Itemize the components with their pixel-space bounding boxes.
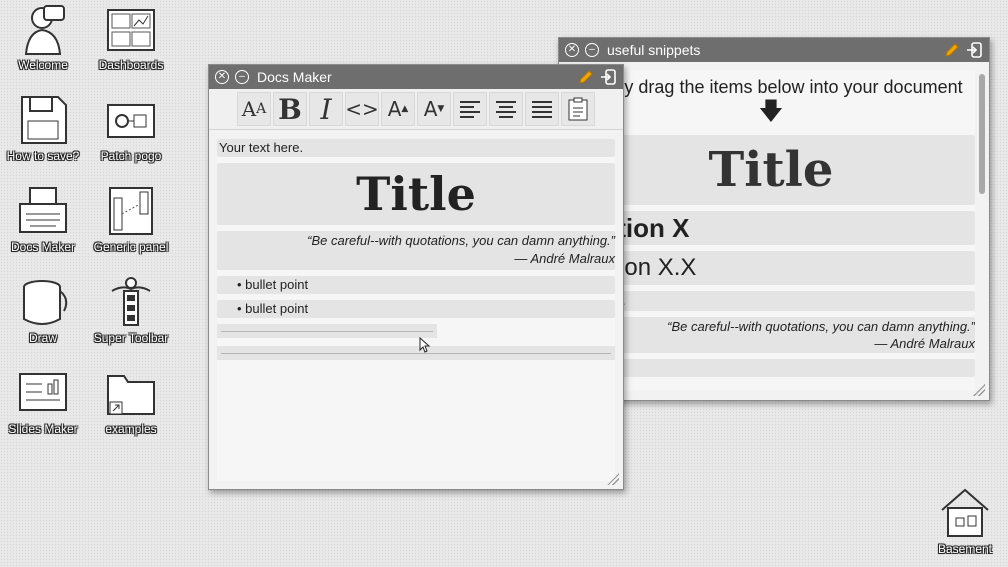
- doc-divider-long[interactable]: [217, 346, 615, 360]
- minimize-icon[interactable]: –: [585, 43, 599, 57]
- welcome-person-icon: [24, 5, 65, 55]
- desktop-icon-label: Dashboards: [98, 58, 164, 72]
- desktop-icon-examples[interactable]: examples: [88, 366, 174, 436]
- quote-author: — André Malraux: [874, 336, 975, 351]
- snippets-titlebar[interactable]: ✕ – useful snippets: [559, 38, 989, 62]
- close-icon[interactable]: ✕: [565, 43, 579, 57]
- exit-icon[interactable]: [599, 68, 617, 86]
- snippet-title[interactable]: Title: [567, 135, 975, 205]
- snippet-text[interactable]: Your text.: [567, 291, 975, 311]
- bold-icon[interactable]: B: [273, 92, 307, 126]
- exit-icon[interactable]: [965, 41, 983, 59]
- doc-bullet-item[interactable]: • bullet point: [217, 276, 615, 294]
- snippet-cut-text[interactable]: ...Text...: [567, 359, 975, 377]
- desktop-icon-label: Docs Maker: [10, 240, 75, 254]
- edit-pencil-icon[interactable]: [577, 68, 595, 86]
- patch-icon: [107, 104, 155, 138]
- typewriter-icon: [19, 187, 67, 233]
- desktop-icon-slides-maker[interactable]: Slides Maker: [0, 366, 86, 436]
- bullet-dot-icon: •: [237, 301, 246, 316]
- bullet-dot-icon: •: [237, 277, 246, 292]
- super-toolbar-icon: [111, 277, 151, 326]
- snippets-scrollbar[interactable]: [979, 70, 985, 388]
- snippets-content: Simply drag the items below into your do…: [567, 70, 975, 390]
- desktop-icon-label: Draw: [28, 331, 57, 345]
- formatting-toolbar: AA B I <> A ▲ A ▼: [209, 89, 623, 130]
- edit-pencil-icon[interactable]: [943, 41, 961, 59]
- dashboard-icon: [107, 9, 155, 51]
- doc-title[interactable]: Title: [217, 163, 615, 225]
- snippet-subsection[interactable]: Section X.X: [567, 251, 975, 285]
- doc-text[interactable]: Your text here.: [217, 139, 615, 157]
- decrease-font-icon[interactable]: A ▼: [417, 92, 451, 126]
- desktop-icon-basement[interactable]: Basement: [922, 486, 1008, 556]
- snippet-section[interactable]: Section X: [567, 211, 975, 245]
- desktop-icon-patch-pogo[interactable]: Patch pogo: [88, 93, 174, 163]
- align-center-icon[interactable]: [489, 92, 523, 126]
- align-justify-icon[interactable]: [525, 92, 559, 126]
- slides-icon: [19, 373, 67, 411]
- scrollbar-thumb[interactable]: [979, 74, 985, 194]
- align-left-icon[interactable]: [453, 92, 487, 126]
- desktop-icon-generic-panel[interactable]: Generic panel: [88, 184, 174, 254]
- desktop-icon-draw[interactable]: Draw: [0, 275, 86, 345]
- resize-handle[interactable]: [973, 384, 985, 396]
- snippet-quote[interactable]: “Be careful--with quotations, you can da…: [567, 317, 975, 353]
- desktop-icon-how-to-save[interactable]: How to save?: [0, 93, 86, 163]
- floppy-disk-icon: [21, 96, 67, 144]
- desktop-icon-welcome[interactable]: Welcome: [0, 2, 86, 72]
- doc-quote[interactable]: “Be careful--with quotations, you can da…: [217, 231, 615, 270]
- desktop-icon-dashboards[interactable]: Dashboards: [88, 2, 174, 72]
- docs-titlebar[interactable]: ✕ – Docs Maker: [209, 65, 623, 89]
- desktop-icon-label: Basement: [937, 542, 993, 556]
- desktop-icon-super-toolbar[interactable]: Super Toolbar: [88, 275, 174, 345]
- docs-maker-window[interactable]: ✕ – Docs Maker AA B I <> A ▲ A ▼ Your te…: [208, 64, 624, 490]
- code-icon[interactable]: <>: [345, 92, 379, 126]
- window-title: Docs Maker: [257, 69, 332, 85]
- desktop-icon-label: Generic panel: [93, 240, 169, 254]
- mouse-cursor-icon: [419, 337, 431, 353]
- doc-bullet-item[interactable]: • bullet point: [217, 300, 615, 318]
- quote-author: — André Malraux: [514, 251, 615, 266]
- panel-icon: [109, 187, 153, 235]
- house-icon: [941, 488, 989, 537]
- desktop-icon-label: How to save?: [6, 149, 80, 163]
- snippets-instruction: Simply drag the items below into your do…: [579, 77, 963, 97]
- quote-text: “Be careful--with quotations, you can da…: [667, 319, 975, 334]
- clipboard-icon[interactable]: [561, 92, 595, 126]
- desktop-icon-label: Super Toolbar: [93, 331, 169, 345]
- italic-icon[interactable]: I: [309, 92, 343, 126]
- folder-icon: [107, 375, 155, 415]
- down-arrow-icon: 🡇: [758, 98, 784, 125]
- doc-divider-short[interactable]: [217, 324, 437, 338]
- desktop-icon-label: Welcome: [18, 58, 68, 72]
- desktop-icon-label: Patch pogo: [100, 149, 162, 163]
- increase-font-icon[interactable]: A ▲: [381, 92, 415, 126]
- desktop-icon-docs-maker[interactable]: Docs Maker: [0, 184, 86, 254]
- paint-bucket-icon: [23, 280, 68, 325]
- minimize-icon[interactable]: –: [235, 70, 249, 84]
- font-size-icon[interactable]: AA: [237, 92, 271, 126]
- window-title: useful snippets: [607, 42, 701, 58]
- close-icon[interactable]: ✕: [215, 70, 229, 84]
- desktop-icon-label: examples: [105, 422, 157, 436]
- resize-handle[interactable]: [607, 473, 619, 485]
- desktop-icon-label: Slides Maker: [8, 422, 78, 436]
- document-body[interactable]: Your text here. Title “Be careful--with …: [217, 139, 615, 481]
- quote-text: “Be careful--with quotations, you can da…: [307, 233, 615, 248]
